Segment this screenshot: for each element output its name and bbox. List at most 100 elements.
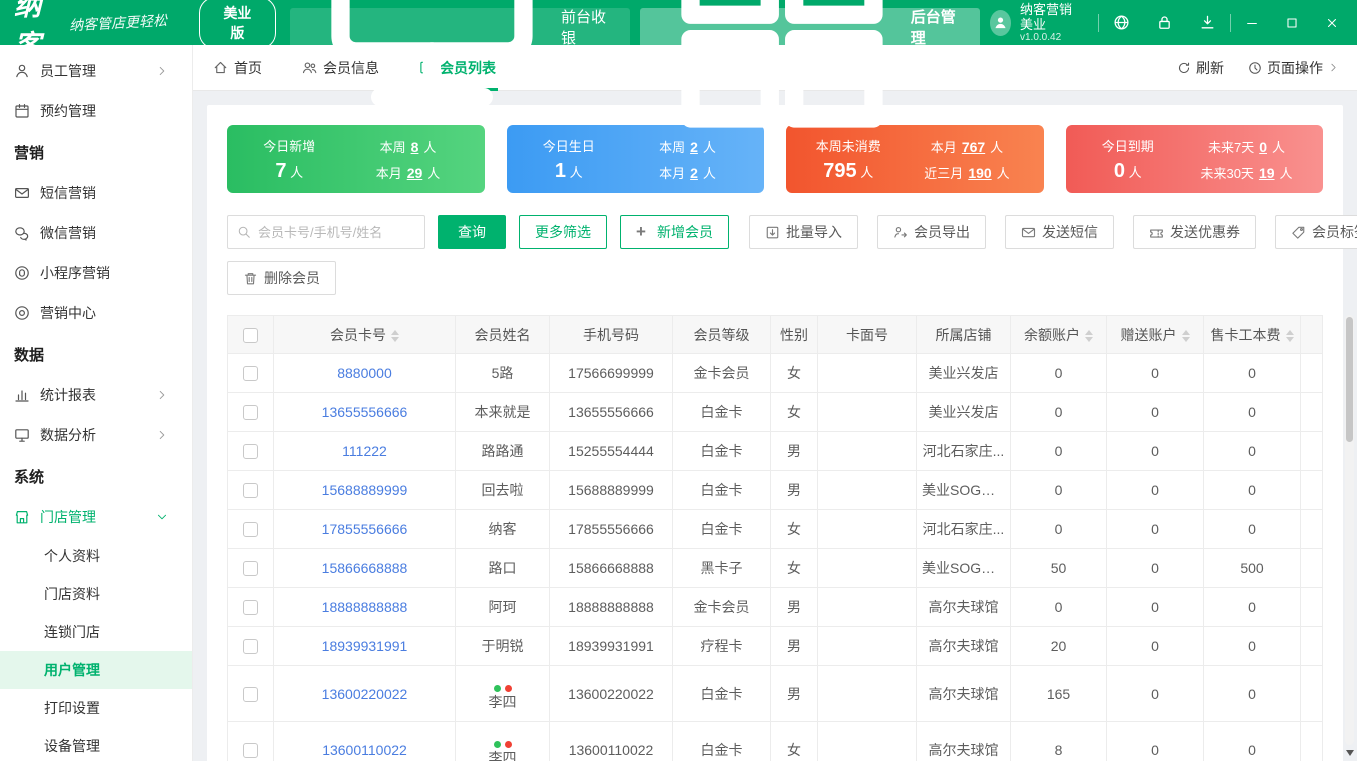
query-button[interactable]: 查询 [438, 215, 506, 249]
detail-value[interactable]: 767 [962, 139, 985, 155]
refresh-label: 刷新 [1196, 59, 1224, 76]
row-checkbox[interactable] [243, 600, 258, 616]
detail-value[interactable]: 2 [690, 165, 698, 181]
scrollbar[interactable] [1345, 315, 1354, 745]
send-sms-button[interactable]: 发送短信 [1005, 215, 1114, 249]
sidebar-item[interactable]: 门店管理 [0, 497, 192, 537]
sidebar-item[interactable]: 微信营销 [0, 213, 192, 253]
member-card-link[interactable]: 18939931991 [322, 638, 408, 654]
detail-value[interactable]: 190 [968, 165, 991, 181]
add-member-button[interactable]: + 新增会员 [620, 215, 729, 249]
cell-gift: 0 [1106, 392, 1204, 432]
member-name: 本来就是 [474, 404, 531, 420]
sort-icon[interactable] [1181, 329, 1190, 342]
cell-store: 美业SOGO店 [916, 470, 1011, 510]
col-header[interactable]: 所属店铺 [916, 315, 1011, 354]
sidebar-item[interactable]: 预约管理 [0, 91, 192, 131]
sidebar-item[interactable]: 统计报表 [0, 375, 192, 415]
delete-member-button[interactable]: 删除会员 [227, 261, 336, 295]
sort-icon[interactable] [391, 329, 399, 342]
member-card-link[interactable]: 13600110022 [322, 742, 407, 758]
search-input[interactable] [258, 224, 415, 240]
member-card-link[interactable]: 13655556666 [322, 404, 408, 420]
edition-badge[interactable]: 美业版 [198, 0, 277, 49]
row-checkbox[interactable] [243, 686, 258, 702]
scrollbar-thumb[interactable] [1346, 317, 1353, 442]
col-header[interactable]: 会员卡号 [273, 315, 456, 354]
download-icon[interactable] [1199, 14, 1216, 31]
more-filter-button[interactable]: 更多筛选 [519, 215, 607, 249]
user-name: 纳客营销美业 [1020, 1, 1073, 32]
page-ops-button[interactable]: 页面操作 [1248, 58, 1339, 78]
member-tag-button[interactable]: 会员标签 [1275, 215, 1357, 249]
row-checkbox[interactable] [243, 366, 258, 382]
maximize-icon[interactable] [1285, 16, 1299, 30]
scroll-down-button[interactable] [1345, 747, 1354, 759]
main-area: 首页 会员信息 会员列表 刷新 页面操作 今日新增 7 人本周 8 人本月 29 人今日生日 1… [193, 45, 1357, 761]
sidebar-subitem[interactable]: 打印设置 [0, 689, 192, 727]
refresh-button[interactable]: 刷新 [1177, 58, 1224, 78]
member-card-link[interactable]: 15866668888 [322, 560, 408, 576]
sidebar-item[interactable]: 短信营销 [0, 173, 192, 213]
header-checkbox[interactable] [243, 327, 258, 343]
cell-card-no: 15866668888 [273, 548, 456, 588]
sidebar-subitem[interactable]: 连锁门店 [0, 613, 192, 651]
minimize-icon[interactable] [1245, 16, 1259, 30]
row-checkbox[interactable] [243, 742, 258, 758]
cell-store: 美业兴发店 [916, 353, 1011, 393]
detail-value[interactable]: 29 [407, 165, 423, 181]
sidebar-item-label: 数据分析 [40, 427, 96, 443]
page-ops-icon [1248, 61, 1262, 75]
send-coupon-button[interactable]: 发送优惠券 [1133, 215, 1256, 249]
member-card-link[interactable]: 15688889999 [322, 482, 408, 498]
col-header[interactable]: 赠送账户 [1106, 315, 1204, 354]
cell-phone: 18888888888 [549, 587, 673, 627]
sidebar-item[interactable]: 小程序营销 [0, 253, 192, 293]
batch-import-button[interactable]: 批量导入 [749, 215, 858, 249]
close-icon[interactable] [1325, 16, 1339, 30]
col-header[interactable]: 余额账户 [1010, 315, 1107, 354]
col-header[interactable]: 会员等级 [672, 315, 771, 354]
row-checkbox[interactable] [243, 639, 258, 655]
row-checkbox[interactable] [243, 444, 258, 460]
lock-icon[interactable] [1156, 14, 1173, 31]
member-card-link[interactable]: 13600220022 [322, 686, 408, 702]
member-export-button[interactable]: 会员导出 [877, 215, 986, 249]
top-header: 纳客 纳客管店更轻松 美业版 前台收银 后台管理 纳客营销美业 v1.0.0.42 [0, 0, 1357, 128]
col-header[interactable]: 售卡工本费 [1203, 315, 1301, 354]
sidebar-item[interactable]: 数据分析 [0, 415, 192, 455]
row-checkbox[interactable] [243, 405, 258, 421]
sidebar-subitem[interactable]: 设备管理 [0, 727, 192, 761]
header-nav-tab[interactable]: 前台收银 [290, 0, 630, 106]
cell-store: 美业兴发店 [916, 392, 1011, 432]
tab-首页[interactable]: 首页 [211, 45, 264, 91]
cell-balance: 165 [1010, 665, 1107, 722]
sidebar-item[interactable]: 营销中心 [0, 293, 192, 333]
detail-value[interactable]: 0 [1259, 139, 1267, 155]
detail-value[interactable]: 19 [1259, 165, 1275, 181]
sidebar-subitem[interactable]: 门店资料 [0, 575, 192, 613]
col-header[interactable]: 卡面号 [817, 315, 917, 354]
sidebar-subitem[interactable]: 用户管理 [0, 651, 192, 689]
row-checkbox[interactable] [243, 522, 258, 538]
header-nav-label: 后台管理 [910, 8, 956, 47]
col-header-label: 会员姓名 [474, 326, 531, 343]
member-card-link[interactable]: 111222 [342, 443, 387, 459]
member-card-link[interactable]: 17855556666 [322, 521, 408, 537]
sidebar-section: 数据 [14, 346, 45, 364]
coupon-icon [1149, 225, 1164, 240]
header-user[interactable]: 纳客营销美业 v1.0.0.42 [989, 1, 1085, 44]
globe-icon[interactable] [1113, 14, 1130, 31]
stat-card-detail-row: 本月 29 人 [376, 163, 441, 182]
member-card-link[interactable]: 18888888888 [322, 599, 408, 615]
row-checkbox[interactable] [243, 561, 258, 577]
col-header[interactable]: 手机号码 [549, 315, 673, 354]
sidebar-subitem[interactable]: 个人资料 [0, 537, 192, 575]
member-card-link[interactable]: 8880000 [337, 365, 392, 381]
sort-icon[interactable] [1085, 329, 1093, 342]
col-header[interactable]: 会员姓名 [455, 315, 550, 354]
col-header[interactable]: 性别 [770, 315, 818, 354]
sort-icon[interactable] [1285, 329, 1294, 342]
header-nav-tab[interactable]: 后台管理 [639, 0, 980, 128]
row-checkbox[interactable] [243, 483, 258, 499]
